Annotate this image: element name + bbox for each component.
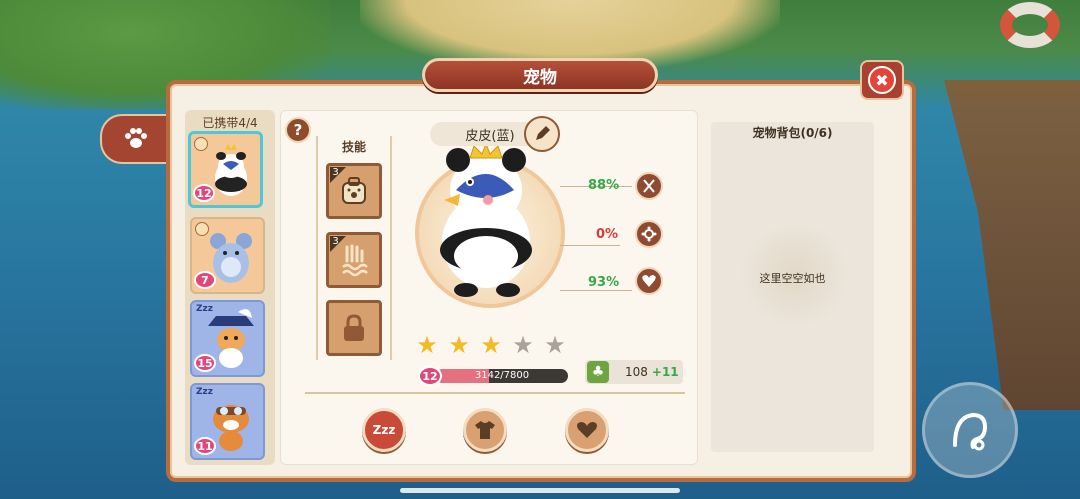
skill-slot-locked[interactable] <box>326 300 382 356</box>
star-filled-icon: ★ <box>416 331 438 359</box>
sleep-button[interactable]: Zzz <box>362 408 406 452</box>
water-hand-icon <box>342 244 368 277</box>
pet-level-badge: 15 <box>194 354 216 372</box>
panel-title: 宠物 <box>422 58 658 92</box>
skill-slot-2[interactable]: 3 <box>326 232 382 288</box>
star-filled-icon: ★ <box>448 331 470 359</box>
pet-level-badge: 12 <box>418 366 442 386</box>
clover-value: 108 <box>625 365 648 379</box>
sleep-icon: Zzz <box>372 423 396 437</box>
clover-counter: ♣ 108 +11 <box>585 360 683 384</box>
paw-bag-icon <box>342 177 366 204</box>
pet-level-badge: 12 <box>193 184 215 202</box>
pet-level-badge: 11 <box>194 437 216 455</box>
xp-text: 3142/7800 <box>474 370 530 381</box>
stat-affection-value: 93% <box>588 274 620 290</box>
food-icon[interactable] <box>635 172 663 200</box>
star-filled-icon: ★ <box>480 331 502 359</box>
clean-icon[interactable] <box>635 220 663 248</box>
rename-button[interactable] <box>524 116 560 152</box>
skill-slot-1[interactable]: 3 <box>326 163 382 219</box>
stat-clean: 0% <box>596 222 618 246</box>
divider <box>305 392 685 394</box>
clover-icon: ♣ <box>587 361 609 383</box>
dock-background <box>944 80 1080 410</box>
roster-title: 已携带4/4 <box>202 116 258 130</box>
shirt-icon <box>475 421 495 439</box>
stat-hunger: 88% <box>588 173 619 197</box>
close-icon: ✖ <box>868 66 896 94</box>
lifebuoy-decoration <box>1000 2 1060 48</box>
heart-icon <box>577 422 597 438</box>
clover-bonus: +11 <box>651 365 679 379</box>
stat-hunger-value: 88% <box>588 177 620 193</box>
heart-icon[interactable] <box>635 267 663 295</box>
help-button[interactable]: ? <box>285 117 311 143</box>
star-empty-icon: ★ <box>512 331 534 359</box>
star-empty-icon: ★ <box>544 331 566 359</box>
close-button[interactable]: ✖ <box>860 60 904 100</box>
outfit-button[interactable] <box>463 408 507 452</box>
pet-bag-empty-text: 这里空空如也 <box>759 272 826 285</box>
pet-card-pilot-cat[interactable]: Zzz 11 <box>190 383 265 460</box>
pet-card-blue-chinchilla[interactable]: 7 <box>190 217 265 294</box>
lock-icon <box>344 314 364 341</box>
paw-icon <box>125 128 147 148</box>
fishing-rod-button[interactable] <box>922 382 1018 478</box>
pet-tab[interactable] <box>100 114 170 164</box>
fishing-rod-icon <box>953 412 988 451</box>
pet-level-badge: 7 <box>194 271 216 289</box>
stat-affection: 93% <box>588 270 619 294</box>
pet-model-penguin-panda <box>440 142 532 297</box>
pet-bag-title: 宠物背包(0/6) <box>752 126 833 140</box>
home-indicator <box>400 488 680 493</box>
pet-card-pirate-cat[interactable]: Zzz 15 <box>190 300 265 377</box>
pencil-icon <box>536 126 550 140</box>
stat-clean-value: 0% <box>596 226 619 242</box>
skill-label: 技能 <box>341 140 366 154</box>
affection-button[interactable] <box>565 408 609 452</box>
pet-card-penguin-panda[interactable]: 12 <box>188 131 263 208</box>
